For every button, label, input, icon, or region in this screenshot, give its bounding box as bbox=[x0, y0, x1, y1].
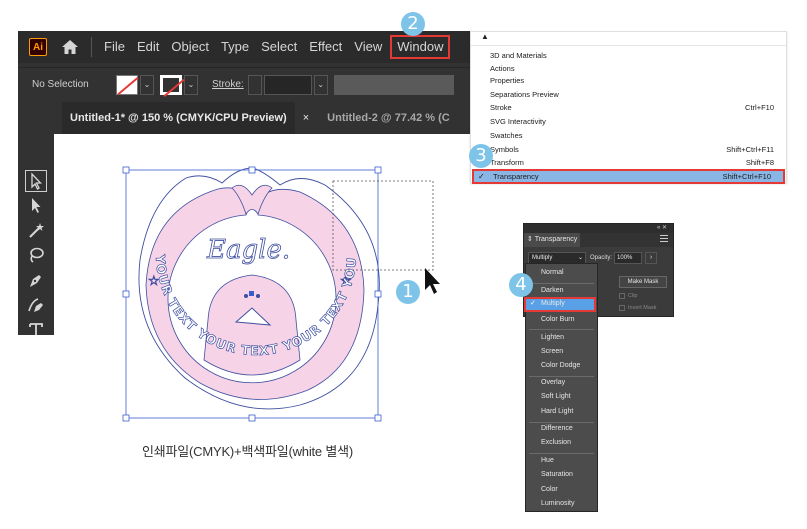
window-menu-dropdown: ▲ 3D and Materials Actions Properties Se… bbox=[470, 31, 787, 184]
scroll-up-caret-icon: ▲ bbox=[481, 32, 489, 41]
blend-mode-option[interactable]: Color Burn bbox=[526, 313, 597, 327]
invert-mask-checkbox[interactable]: Invert Mask bbox=[619, 303, 679, 313]
panel-collapse-close-icon[interactable]: « ✕ bbox=[657, 224, 667, 233]
checkmark-icon: ✓ bbox=[478, 172, 485, 181]
clip-checkbox[interactable]: Clip bbox=[619, 291, 679, 301]
eagle-eye-right bbox=[256, 294, 260, 298]
window-menu-item[interactable]: SVG Interactivity bbox=[471, 115, 786, 128]
mouse-cursor-icon bbox=[425, 268, 440, 294]
panel-menu-icon[interactable] bbox=[660, 235, 668, 242]
blend-mode-option[interactable]: Saturation bbox=[526, 468, 597, 482]
menu-scroll-up[interactable]: ▲ bbox=[471, 32, 786, 46]
blend-mode-option[interactable]: Soft Light bbox=[526, 390, 597, 404]
center-point bbox=[249, 291, 254, 296]
eagle-head bbox=[203, 274, 301, 376]
blend-mode-option[interactable]: Color Dodge bbox=[526, 359, 597, 373]
window-menu-item[interactable]: Symbols Shift+Ctrl+F11 bbox=[471, 143, 786, 156]
blend-mode-option[interactable]: Hard Light bbox=[526, 405, 597, 419]
script-title: Eagle. bbox=[206, 235, 290, 265]
blend-mode-option[interactable]: Screen bbox=[526, 345, 597, 359]
panel-title-bar[interactable]: « ✕ bbox=[524, 224, 673, 233]
eagle-eye-left bbox=[244, 294, 248, 298]
chevron-down-icon: ⌄ bbox=[577, 255, 583, 261]
blend-mode-option[interactable]: Color bbox=[526, 483, 597, 497]
step-badge-1: 1 bbox=[396, 280, 420, 304]
window-menu-item[interactable]: Properties bbox=[471, 74, 786, 87]
window-menu-item[interactable]: 3D and Materials bbox=[471, 49, 786, 62]
window-menu-item[interactable]: Stroke Ctrl+F10 bbox=[471, 101, 786, 114]
window-menu-item-transparency[interactable]: ✓ Transparency Shift+Ctrl+F10 bbox=[472, 169, 785, 184]
blend-mode-option[interactable]: Exclusion bbox=[526, 436, 597, 450]
blend-mode-option[interactable]: Luminosity bbox=[526, 497, 597, 511]
window-menu-item[interactable]: Transform Shift+F8 bbox=[471, 156, 786, 169]
blend-mode-option[interactable]: Difference bbox=[526, 422, 597, 436]
tab-transparency[interactable]: ⇕ Transparency bbox=[524, 233, 580, 247]
blend-mode-option[interactable]: Normal bbox=[526, 266, 597, 280]
make-mask-button[interactable]: Make Mask bbox=[619, 276, 667, 288]
step-badge-2: 2 bbox=[401, 12, 425, 36]
window-menu-item[interactable]: Swatches bbox=[471, 129, 786, 142]
blend-mode-option[interactable]: Darken bbox=[526, 284, 597, 298]
window-menu-item[interactable]: Separations Preview bbox=[471, 88, 786, 101]
blend-mode-option[interactable]: Lighten bbox=[526, 331, 597, 345]
blend-mode-option-multiply[interactable]: ✓ Multiply bbox=[524, 297, 596, 312]
figure-caption: 인쇄파일(CMYK)+백색파일(white 별색) bbox=[142, 444, 354, 459]
blend-mode-list: Normal Darken ✓ Multiply Color Burn Light… bbox=[524, 263, 598, 512]
checkmark-icon: ✓ bbox=[530, 300, 536, 307]
opacity-label: Opacity: bbox=[590, 255, 613, 261]
step-badge-3: 3 bbox=[469, 144, 493, 168]
blend-mode-option[interactable]: Hue bbox=[526, 454, 597, 468]
step-badge-4: 4 bbox=[509, 273, 533, 297]
opacity-chevron-right-icon[interactable]: › bbox=[645, 252, 658, 264]
opacity-input[interactable]: 100% bbox=[614, 252, 643, 264]
list-divider bbox=[529, 329, 594, 330]
blend-mode-option[interactable]: Overlay bbox=[526, 376, 597, 390]
